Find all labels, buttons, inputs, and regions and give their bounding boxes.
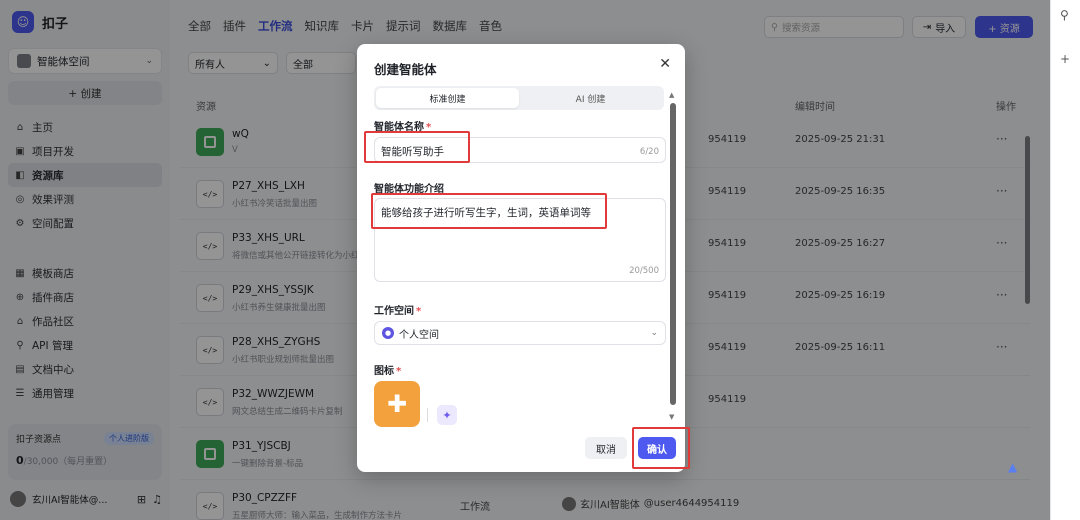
- puzzle-icon: ✚: [386, 390, 408, 418]
- icon-label: 图标 *: [374, 362, 401, 377]
- icon-label-text: 图标: [374, 366, 394, 377]
- required-mark: *: [416, 306, 422, 317]
- workspace-value: 个人空间: [399, 329, 439, 341]
- dialog-title: 创建智能体: [374, 62, 437, 77]
- ai-generate-icon-button[interactable]: ✦: [437, 405, 457, 425]
- scrollbar-thumb[interactable]: [670, 103, 676, 405]
- scroll-up-icon[interactable]: ▲: [669, 91, 674, 99]
- highlight-name-box: [364, 131, 470, 163]
- right-toolbar: ⚲ +: [1050, 0, 1080, 520]
- chevron-down-icon: ⌄: [650, 328, 658, 338]
- plus-icon[interactable]: +: [1060, 52, 1070, 66]
- workspace-label: 工作空间 *: [374, 302, 421, 317]
- highlight-confirm-box: [632, 427, 690, 469]
- sparkle-icon: ✦: [442, 408, 452, 422]
- tab-standard-create[interactable]: 标准创建: [376, 88, 519, 108]
- tab-ai-create[interactable]: AI 创建: [519, 88, 662, 108]
- scroll-down-icon[interactable]: ▼: [669, 413, 674, 421]
- name-char-count: 6/20: [639, 147, 659, 157]
- create-agent-dialog: 创建智能体 ✕ 标准创建 AI 创建 智能体名称 * 智能听写助手 6/20 智能…: [357, 44, 685, 472]
- dialog-scrollbar[interactable]: ▲ ▼: [669, 91, 677, 421]
- workspace-select[interactable]: ● 个人空间 ⌄: [374, 321, 666, 345]
- agent-icon-preview[interactable]: ✚: [374, 381, 420, 427]
- highlight-description-box: [371, 193, 607, 229]
- required-mark: *: [396, 366, 402, 377]
- cancel-button[interactable]: 取消: [585, 437, 627, 459]
- create-mode-switch: 标准创建 AI 创建: [374, 86, 664, 110]
- desc-char-count: 20/500: [629, 266, 659, 276]
- person-icon: ●: [382, 327, 394, 339]
- search-icon[interactable]: ⚲: [1060, 8, 1069, 22]
- assistant-icon[interactable]: ▲: [1008, 460, 1022, 474]
- divider: [427, 408, 428, 422]
- workspace-label-text: 工作空间: [374, 306, 414, 317]
- close-icon[interactable]: ✕: [659, 56, 671, 72]
